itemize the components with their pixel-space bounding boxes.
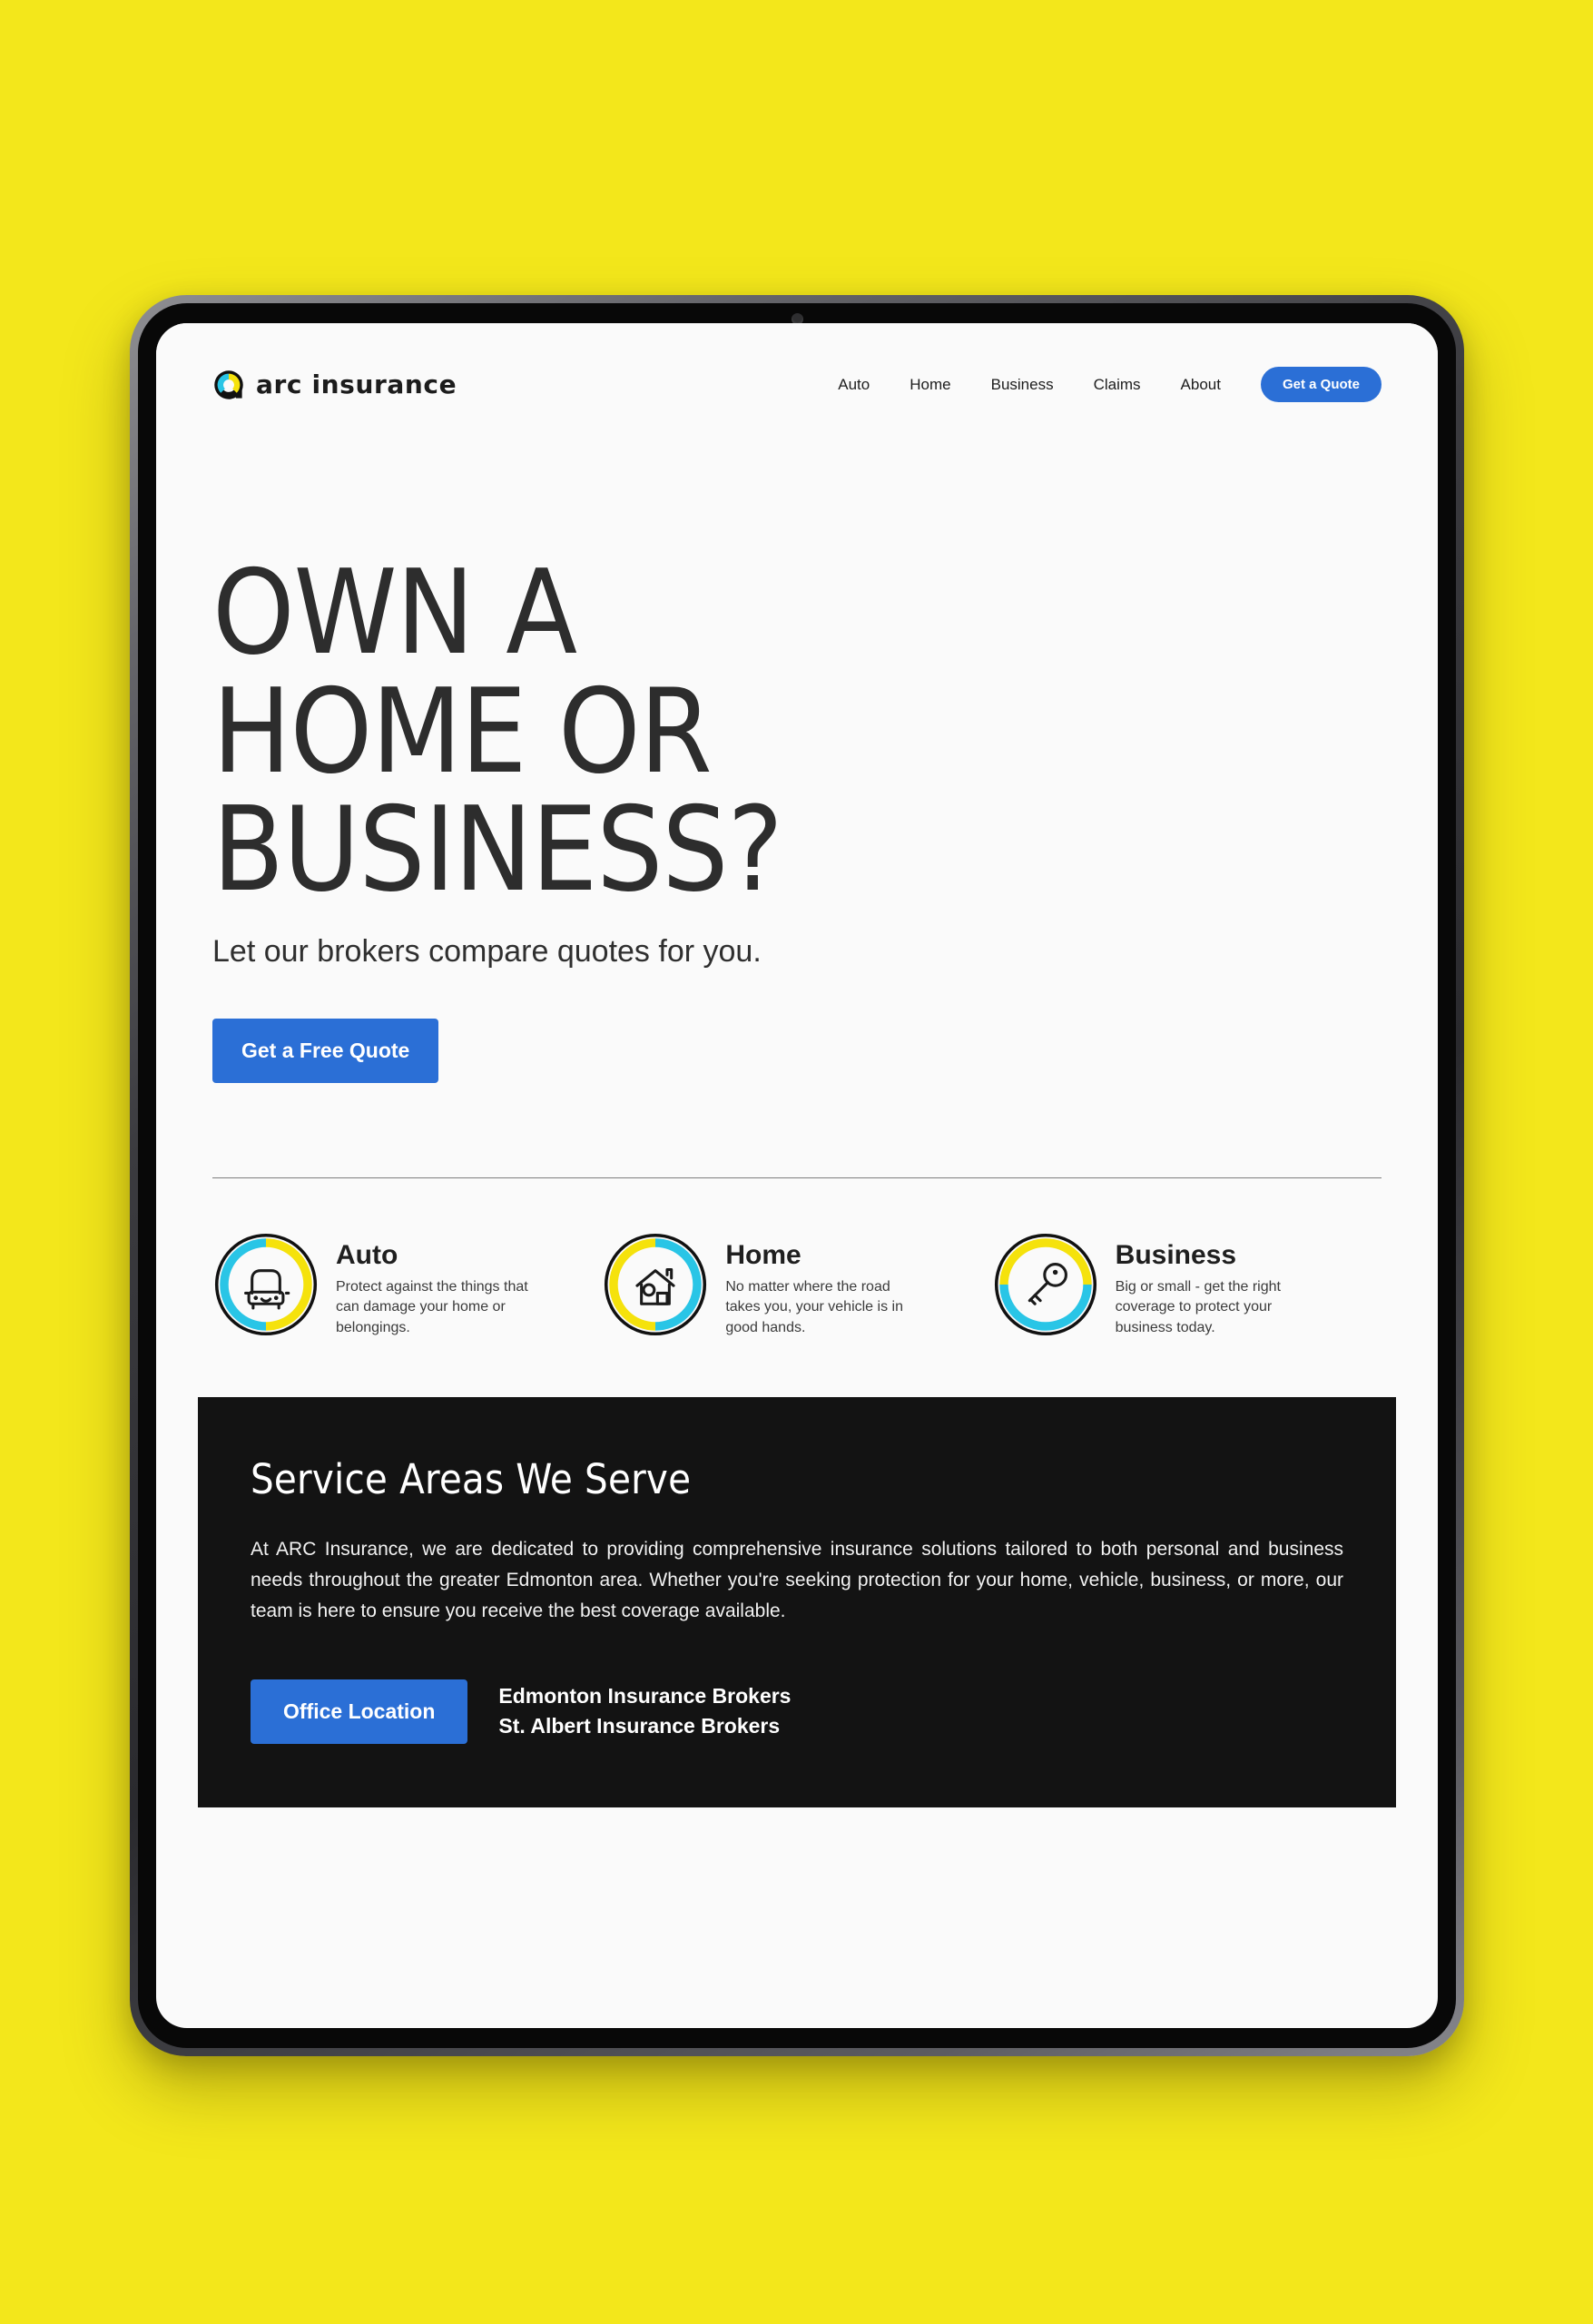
service-areas-title: Service Areas We Serve [251,1454,692,1503]
feature-description-business: Big or small - get the right coverage to… [1115,1278,1281,1336]
feature-title-business: Business [1115,1239,1237,1270]
feature-card-home[interactable]: Home No matter where the road takes you,… [602,1231,991,1339]
get-a-free-quote-button[interactable]: Get a Free Quote [212,1018,439,1083]
site-header: arc insurance Auto Home Business Claims … [156,323,1438,402]
tablet-device: arc insurance Auto Home Business Claims … [130,295,1464,2056]
feature-text-auto: Auto Protect against the things that can… [336,1231,531,1339]
hero-subtitle: Let our brokers compare quotes for you. [212,933,762,969]
feature-title-auto: Auto [336,1239,398,1270]
key-icon [994,1233,1096,1335]
feature-description-home: No matter where the road takes you, your… [725,1278,903,1336]
tablet-bezel: arc insurance Auto Home Business Claims … [138,303,1456,2048]
office-location-button[interactable]: Office Location [251,1679,468,1744]
nav-item-about[interactable]: About [1181,376,1221,394]
section-divider [212,1177,1382,1178]
house-icon [605,1233,707,1335]
office-location-links: Edmonton Insurance Brokers St. Albert In… [498,1684,791,1738]
nav-item-home[interactable]: Home [910,376,950,394]
nav-item-auto[interactable]: Auto [838,376,870,394]
get-a-quote-button[interactable]: Get a Quote [1260,367,1382,402]
service-areas-actions: Office Location Edmonton Insurance Broke… [251,1679,1343,1744]
feature-text-home: Home No matter where the road takes you,… [725,1231,920,1339]
feature-text-business: Business Big or small - get the right co… [1116,1231,1311,1339]
features-row: Auto Protect against the things that can… [156,1178,1438,1339]
brand-name: arc insurance [256,369,457,399]
hero-title: OWN A HOME OR BUSINESS? [212,546,783,919]
webpage-viewport: arc insurance Auto Home Business Claims … [156,323,1438,1807]
feature-title-home: Home [725,1239,801,1270]
feature-description-auto: Protect against the things that can dama… [336,1278,528,1336]
service-areas-body: At ARC Insurance, we are dedicated to pr… [251,1538,1343,1621]
main-nav: Auto Home Business Claims About Get a Qu… [838,367,1382,402]
link-edmonton-insurance-brokers[interactable]: Edmonton Insurance Brokers [498,1684,791,1709]
hero-section: OWN A HOME OR BUSINESS? Let our brokers … [156,402,1438,1083]
car-icon [214,1233,318,1335]
link-st-albert-insurance-brokers[interactable]: St. Albert Insurance Brokers [498,1714,791,1738]
brand-logo[interactable]: arc insurance [212,369,457,401]
nav-item-claims[interactable]: Claims [1094,376,1141,394]
tablet-screen: arc insurance Auto Home Business Claims … [156,323,1438,2028]
service-areas-panel: Service Areas We Serve At ARC Insurance,… [198,1396,1396,1807]
arc-logo-icon [214,369,243,399]
nav-item-business[interactable]: Business [991,376,1054,394]
feature-card-business[interactable]: Business Big or small - get the right co… [992,1231,1382,1339]
feature-card-auto[interactable]: Auto Protect against the things that can… [212,1231,602,1339]
